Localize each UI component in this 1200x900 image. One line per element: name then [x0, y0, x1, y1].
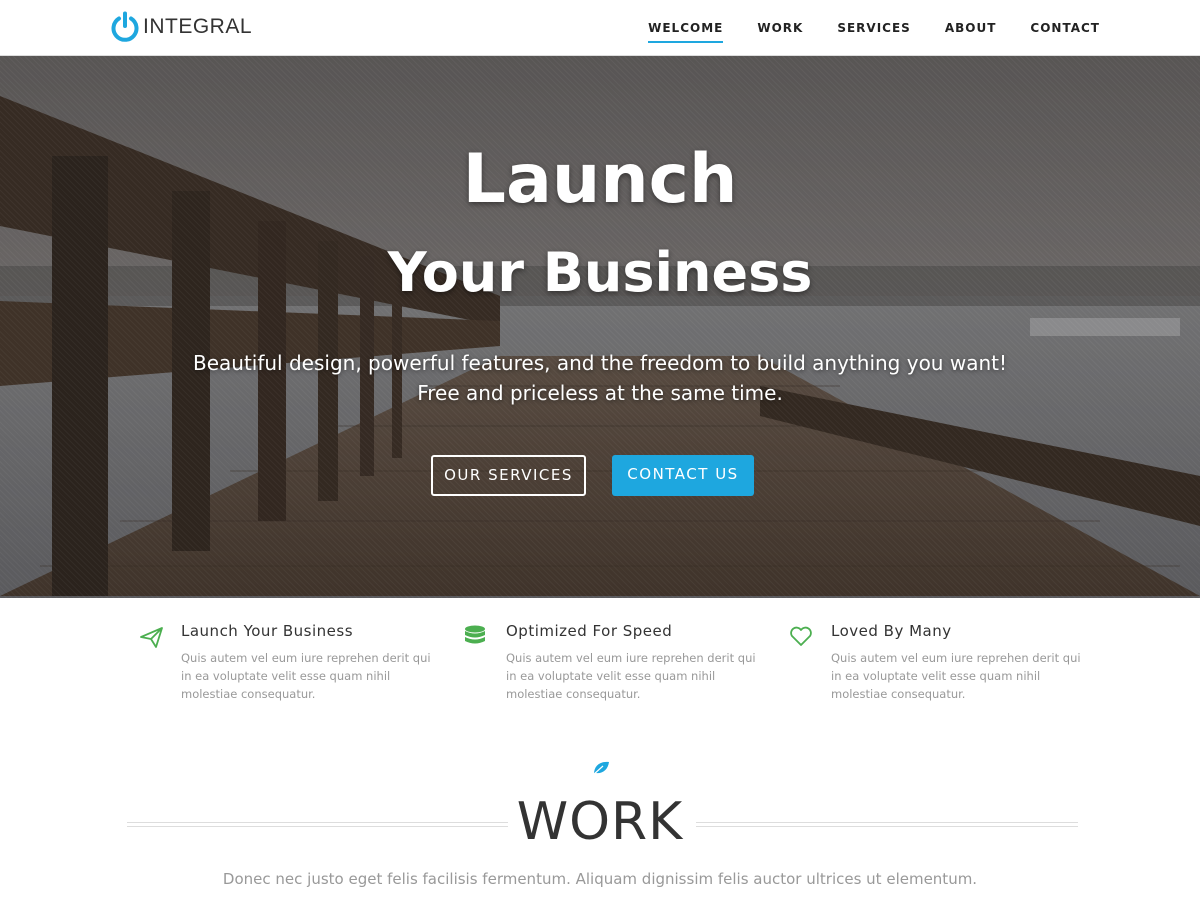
nav-services[interactable]: SERVICES — [837, 15, 910, 41]
nav-contact[interactable]: CONTACT — [1030, 15, 1100, 41]
hero-section: Launch Your Business Beautiful design, p… — [0, 56, 1200, 598]
hero-title-line1: Launch — [462, 140, 738, 219]
database-icon — [464, 624, 490, 650]
feature-text: Quis autem vel eum iure reprehen derit q… — [506, 651, 756, 701]
nav-about[interactable]: ABOUT — [945, 15, 997, 41]
heart-icon — [789, 624, 815, 650]
power-icon — [110, 11, 140, 43]
work-section-subtitle: Donec nec justo eget felis facilisis fer… — [222, 870, 978, 888]
feature-text: Quis autem vel eum iure reprehen derit q… — [181, 651, 431, 701]
feature-title: Optimized For Speed — [506, 622, 673, 640]
nav-work[interactable]: WORK — [757, 15, 803, 41]
work-section-title: WORK — [516, 792, 684, 852]
hero-subtitle-line2: Free and priceless at the same time. — [417, 381, 783, 405]
hero-subtitle-line1: Beautiful design, powerful features, and… — [192, 351, 1007, 375]
hero-pattern — [0, 56, 1200, 598]
hero-title-line2: Your Business — [387, 241, 813, 304]
feature-title: Loved By Many — [831, 622, 952, 640]
brand-logo[interactable]: INTEGRAL — [110, 10, 252, 44]
leaf-icon — [591, 759, 611, 781]
paper-plane-icon — [139, 624, 165, 650]
hero-subtitle: Beautiful design, powerful features, and… — [0, 348, 1200, 408]
main-menu: WELCOME WORK SERVICES ABOUT CONTACT — [614, 0, 1100, 56]
navbar: INTEGRAL WELCOME WORK SERVICES ABOUT CON… — [0, 0, 1200, 56]
our-services-button[interactable]: OUR SERVICES — [431, 455, 586, 496]
feature-title: Launch Your Business — [181, 622, 354, 640]
contact-us-button[interactable]: CONTACT US — [612, 455, 754, 496]
brand-name: INTEGRAL — [143, 15, 253, 38]
nav-welcome[interactable]: WELCOME — [648, 15, 724, 43]
feature-text: Quis autem vel eum iure reprehen derit q… — [831, 651, 1081, 701]
